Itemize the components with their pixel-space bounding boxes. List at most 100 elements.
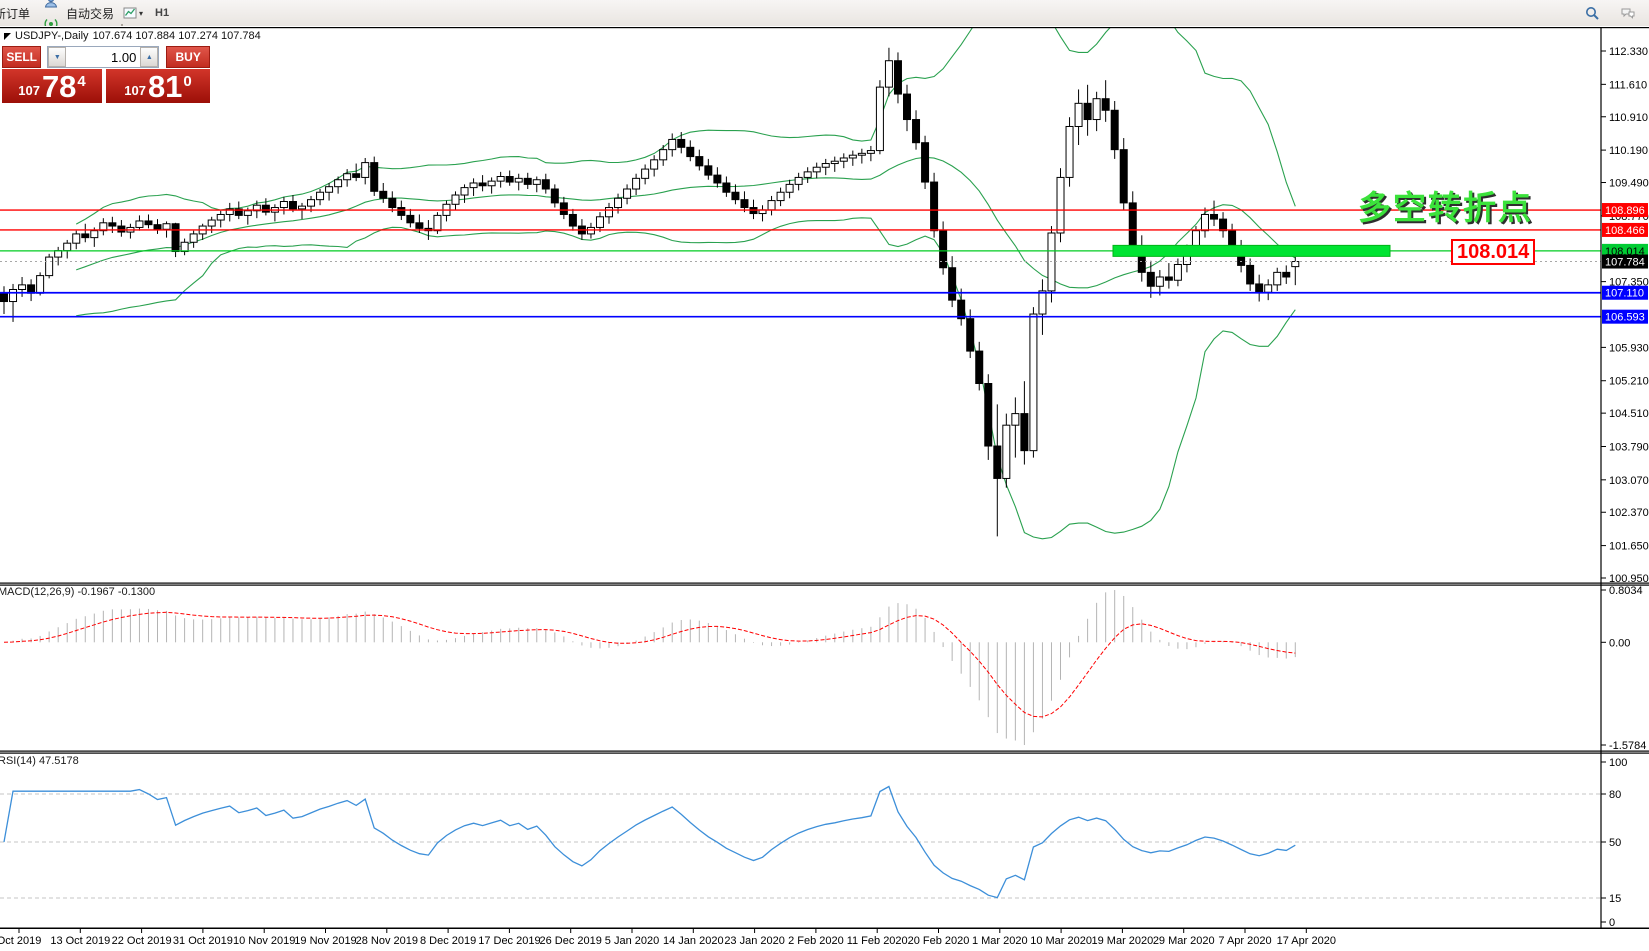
candle-body <box>506 177 513 183</box>
signal-button[interactable] <box>39 13 63 27</box>
axis-tick-label: 110.910 <box>1609 112 1648 124</box>
macd-indicator[interactable] <box>4 590 1295 745</box>
candle-body <box>976 351 983 383</box>
candle-body <box>949 268 956 300</box>
candle-body <box>362 163 369 178</box>
chart-canvas[interactable]: 112.330111.610110.910110.190109.490108.7… <box>0 26 1649 951</box>
candle-body <box>317 192 324 199</box>
date-tick-label: 8 Dec 2019 <box>420 935 476 947</box>
time-axis[interactable]: Oct 201913 Oct 201922 Oct 201931 Oct 201… <box>0 929 1336 947</box>
candle-body <box>389 198 396 207</box>
candle-body <box>840 158 847 161</box>
date-tick-label: 1 Mar 2020 <box>972 935 1028 947</box>
axis-tick-label: 105.210 <box>1609 376 1649 388</box>
axis-tick-label: 105.930 <box>1609 342 1649 354</box>
sell-price-sup: 4 <box>77 73 85 90</box>
candle-body <box>1039 291 1046 314</box>
candle-body <box>19 285 26 290</box>
new-order-button[interactable]: 新订单 <box>0 2 37 24</box>
candle-body <box>587 227 594 233</box>
candle-body <box>1265 285 1272 292</box>
date-tick-label: 17 Apr 2020 <box>1277 935 1336 947</box>
candle-body <box>244 211 251 216</box>
axis-tick-label: 15 <box>1609 893 1621 905</box>
sell-price-prefix: 107 <box>18 83 40 98</box>
axis-tick-label: 50 <box>1609 837 1621 849</box>
candle-body <box>515 178 522 182</box>
candle-body <box>569 214 576 226</box>
candle-body <box>1211 214 1218 219</box>
candle-body <box>777 192 784 200</box>
date-tick-label: 11 Feb 2020 <box>847 935 908 947</box>
axis-tick-label: 101.650 <box>1609 541 1649 553</box>
buy-price-sup: 0 <box>183 73 191 90</box>
candle-body <box>190 234 197 242</box>
candle-body <box>145 221 152 225</box>
candle-body <box>723 183 730 192</box>
candle-body <box>1156 277 1163 286</box>
rsi-indicator[interactable] <box>0 787 1601 899</box>
date-tick-label: Oct 2019 <box>0 935 41 947</box>
date-tick-label: 20 Feb 2020 <box>908 935 970 947</box>
candle-body <box>73 234 80 243</box>
candle-body <box>470 183 477 188</box>
macd-indicator-label: MACD(12,26,9) -0.1967 -0.1300 <box>0 586 155 598</box>
bollinger-bands[interactable] <box>76 26 1295 539</box>
candle-body <box>1247 265 1254 284</box>
candle-body <box>940 231 947 268</box>
candle-body <box>452 195 459 204</box>
sell-price-display[interactable]: 107 78 4 <box>2 69 102 103</box>
axis-tick-label: -1.5784 <box>1609 740 1646 752</box>
candle-body <box>335 180 342 187</box>
candle-body <box>488 181 495 186</box>
candle-body <box>1165 277 1172 280</box>
candle-body <box>813 167 820 172</box>
candle-body <box>416 223 423 229</box>
buy-price-display[interactable]: 107 81 0 <box>106 69 210 103</box>
chat-button[interactable] <box>1616 2 1640 24</box>
volume-input[interactable] <box>66 47 140 67</box>
axis-tick-label: 100 <box>1609 757 1627 769</box>
sell-price-main: 78 <box>42 72 76 102</box>
candle-body <box>280 202 287 208</box>
candle-body <box>551 189 558 203</box>
price-axis[interactable]: 112.330111.610110.910110.190109.490108.7… <box>1601 46 1649 929</box>
date-tick-label: 29 Mar 2020 <box>1153 935 1215 947</box>
candle-body <box>651 160 658 169</box>
date-tick-label: 10 Mar 2020 <box>1030 935 1092 947</box>
tab-timeframe-h1[interactable]: H1 <box>148 2 183 24</box>
volume-increase-button[interactable]: ▲ <box>140 47 158 67</box>
price-level-annotation[interactable]: 108.014 <box>1451 239 1535 265</box>
turning-point-annotation[interactable]: 多空转折点 <box>1358 181 1533 229</box>
volume-decrease-button[interactable]: ▼ <box>48 47 66 67</box>
search-button[interactable] <box>1580 2 1604 24</box>
date-tick-label: 28 Nov 2019 <box>356 935 418 947</box>
sell-button[interactable]: SELL <box>2 46 41 68</box>
chart-svg[interactable]: 112.330111.610110.910110.190109.490108.7… <box>0 26 1649 951</box>
candle-body <box>326 187 333 193</box>
price-level-label: 107.110 <box>1602 286 1648 300</box>
highlight-trend-bar[interactable] <box>1113 245 1390 256</box>
autotrade-label: 自动交易 <box>66 5 114 22</box>
chat-icon <box>1620 5 1636 21</box>
candle-body <box>705 166 712 175</box>
rsi-indicator-label: RSI(14) 47.5178 <box>0 755 79 767</box>
date-tick-label: 19 Nov 2019 <box>294 935 356 947</box>
axis-tick-label: 103.070 <box>1609 475 1649 487</box>
buy-button[interactable]: BUY <box>166 46 210 68</box>
chart-marker-icon <box>4 33 11 40</box>
candle-body <box>1111 110 1118 149</box>
candle-body <box>1093 99 1100 120</box>
candle-body <box>624 189 631 198</box>
templates-button[interactable]: ▾ <box>119 2 146 24</box>
date-tick-label: 17 Dec 2019 <box>478 935 540 947</box>
candle-body <box>371 163 378 192</box>
accounts-button[interactable] <box>39 0 63 13</box>
candle-body <box>82 234 89 238</box>
candle-body <box>831 161 838 163</box>
candle-body <box>298 206 305 209</box>
candle-body <box>1174 264 1181 280</box>
new-order-label: 新订单 <box>0 5 30 22</box>
date-tick-label: 31 Oct 2019 <box>173 935 233 947</box>
candle-body <box>154 225 161 230</box>
